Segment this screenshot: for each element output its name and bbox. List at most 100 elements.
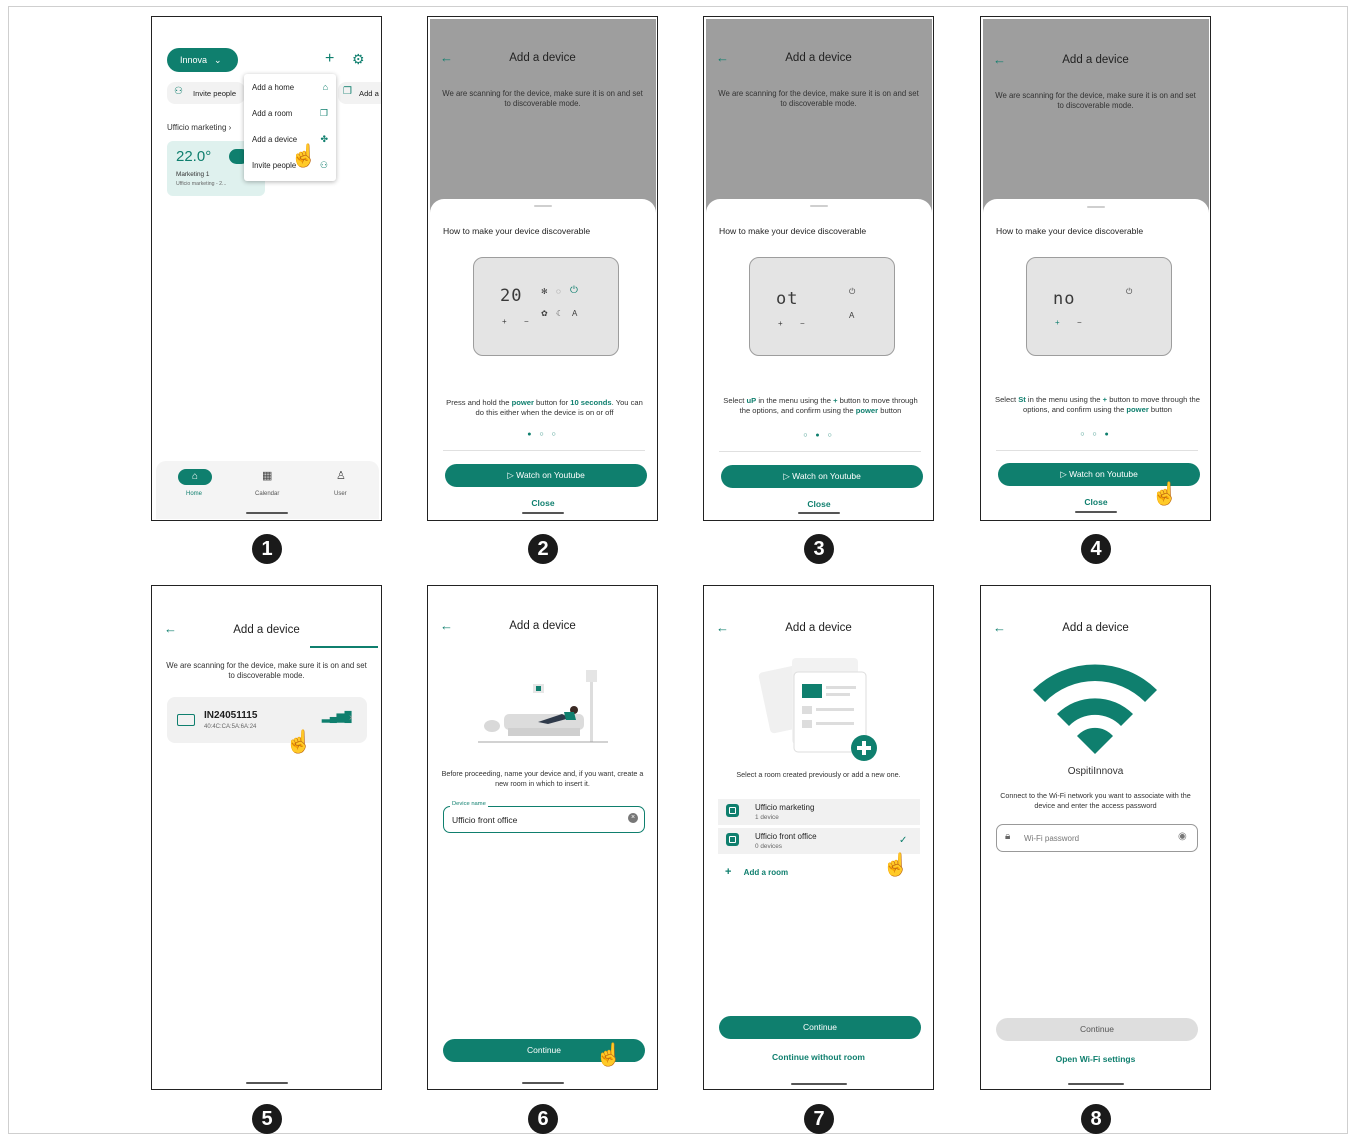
rooms-illustration	[758, 658, 877, 761]
home-icon: ⌂	[322, 82, 328, 92]
continue-button[interactable]: Continue	[996, 1018, 1198, 1041]
bottom-nav: ⌂ Home ▦ Calendar ♙ User	[156, 461, 379, 519]
step-number: 8	[1081, 1104, 1111, 1134]
page-dots: ○ ○ ●	[1080, 431, 1112, 438]
watch-youtube-label: Watch on Youtube	[1069, 469, 1138, 479]
relaxing-illustration	[478, 670, 608, 743]
sheet-handle[interactable]	[1087, 206, 1105, 208]
device-name: IN24051115	[204, 710, 258, 721]
watch-youtube-label: Watch on Youtube	[516, 470, 585, 480]
instr-text: in the menu using the	[756, 396, 834, 405]
instr-text: Press and hold the	[446, 398, 512, 407]
page-title: Add a device	[509, 620, 576, 632]
page-title: Add a device	[785, 622, 852, 634]
continue-without-room-link[interactable]: Continue without room	[704, 1052, 933, 1062]
step-number: 4	[1081, 534, 1111, 564]
youtube-icon: ▷	[783, 471, 793, 481]
room-item-selected[interactable]: Ufficio front office 0 devices ✓	[718, 828, 920, 854]
user-icon[interactable]: ♙	[336, 469, 346, 482]
home-selector-label: Innova	[180, 55, 208, 65]
add-room-chip-label: Add a	[359, 89, 379, 98]
home-indicator	[521, 512, 564, 514]
close-link[interactable]: Close	[430, 498, 656, 508]
instr-power: power	[855, 406, 879, 415]
settings-icon[interactable]: ⚙	[352, 51, 365, 68]
screen-1: Innova ⌄ + ⚙ ⚇ Invite people ❐ Add a Uff…	[151, 16, 382, 521]
add-room-link[interactable]: + Add a room	[725, 866, 788, 878]
clear-icon[interactable]: ×	[628, 813, 638, 823]
invite-people-label: Invite people	[193, 89, 237, 98]
youtube-icon: ▷	[1060, 469, 1070, 479]
room-item[interactable]: Ufficio marketing 1 device	[718, 799, 920, 825]
wifi-password-field[interactable]: 🔒︎ Wi-Fi password ◉	[996, 824, 1198, 852]
display-digits: no	[1053, 289, 1076, 309]
step-number: 5	[252, 1104, 282, 1134]
thermostat-illustration: ot ⏻ A + −	[749, 257, 895, 356]
add-room-label: Add a room	[743, 868, 789, 877]
fan-speed-icon: ✿	[541, 309, 548, 318]
home-indicator	[245, 1082, 288, 1084]
section-title[interactable]: Ufficio marketing ›	[167, 123, 231, 132]
add-button[interactable]: +	[325, 50, 334, 68]
continue-button[interactable]: Continue	[719, 1016, 921, 1039]
eye-icon[interactable]: ◉	[1178, 831, 1187, 842]
close-link[interactable]: Close	[706, 499, 932, 509]
screen-8: ← Add a device OspitiInnova Connect to t…	[980, 585, 1211, 1090]
home-indicator	[1074, 511, 1117, 513]
bottom-sheet: How to make your device discoverable no …	[983, 199, 1209, 520]
nav-calendar-label: Calendar	[255, 491, 280, 497]
bottom-sheet: How to make your device discoverable 20 …	[430, 199, 656, 520]
sheet-handle[interactable]	[534, 205, 552, 207]
thermostat-illustration: no ⏻ + −	[1026, 257, 1172, 356]
nav-home[interactable]: ⌂	[178, 469, 212, 485]
room-name: Ufficio marketing	[755, 803, 815, 812]
instructions: Select St in the menu using the + button…	[995, 395, 1200, 415]
chevron-right-icon: ›	[349, 712, 353, 723]
device-list-item[interactable]: IN24051115 40:4C:CA:5A:6A:24 ▂▄▆█ ›	[167, 697, 367, 743]
hand-cursor-icon: ☝	[882, 852, 910, 877]
page-dots: ○ ● ○	[803, 432, 835, 439]
divider	[996, 450, 1198, 451]
minus-key: −	[1077, 318, 1082, 327]
open-wifi-settings-link[interactable]: Open Wi-Fi settings	[981, 1054, 1210, 1064]
step-number: 3	[804, 534, 834, 564]
sheet-title: How to make your device discoverable	[719, 226, 867, 236]
instr-text: button	[878, 406, 902, 415]
sheet-title: How to make your device discoverable	[996, 226, 1144, 236]
watch-youtube-label: Watch on Youtube	[792, 471, 861, 481]
scanning-text: We are scanning for the device, make sur…	[995, 91, 1196, 110]
watch-youtube-button[interactable]: ▷ Watch on Youtube	[445, 464, 647, 487]
watch-youtube-button[interactable]: ▷ Watch on Youtube	[721, 465, 923, 488]
nav-user-label: User	[334, 491, 347, 497]
power-icon: ⏻	[1126, 287, 1133, 296]
instructions: Press and hold the power button for 10 s…	[442, 398, 647, 418]
instr-text: button	[1148, 405, 1173, 414]
instr-text: Select	[723, 396, 747, 405]
room-card-title: Marketing 1	[176, 171, 210, 178]
invite-people-chip[interactable]: ⚇ Invite people	[167, 82, 245, 104]
youtube-icon: ▷	[507, 470, 517, 480]
menu-item-add-home[interactable]: Add a home	[252, 83, 294, 92]
scan-progress-bar	[310, 646, 378, 648]
step-number: 7	[804, 1104, 834, 1134]
sheet-handle[interactable]	[810, 205, 828, 207]
power-icon: ⏻	[849, 287, 856, 296]
chevron-down-icon: ⌄	[214, 55, 222, 65]
page-dots: ● ○ ○	[527, 431, 559, 438]
home-selector-button[interactable]: Innova ⌄	[167, 48, 238, 72]
add-room-chip[interactable]: ❐ Add a	[338, 82, 381, 104]
nav-home-label: Home	[186, 491, 203, 497]
device-name-value: Ufficio front office	[452, 815, 518, 825]
auto-label: A	[849, 311, 855, 320]
name-device-helper: Before proceeding, name your device and,…	[441, 769, 644, 788]
device-name-field[interactable]: Device name Ufficio front office ×	[443, 801, 645, 833]
device-mac: 40:4C:CA:5A:6A:24	[204, 724, 257, 730]
bottom-sheet: How to make your device discoverable ot …	[706, 199, 932, 520]
night-icon: ☾	[556, 309, 564, 318]
menu-item-add-room[interactable]: Add a room	[252, 109, 292, 118]
home-indicator	[790, 1083, 847, 1085]
calendar-icon[interactable]: ▦	[262, 469, 272, 482]
device-name-label: Device name	[450, 801, 488, 807]
screen-6: ← Add a device Before proceeding, name y…	[427, 585, 658, 1090]
plus-icon: +	[725, 866, 732, 878]
